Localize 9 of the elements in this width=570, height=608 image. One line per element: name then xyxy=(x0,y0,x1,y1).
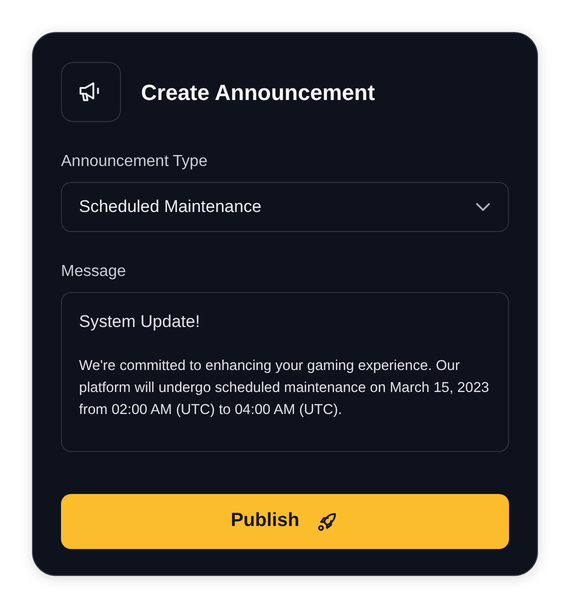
chevron-down-icon xyxy=(475,202,491,212)
message-field[interactable]: System Update! We're committed to enhancing your gaming experience. Our platform will undergo scheduled maintenance on March 15, 2023 from 02:00 AM (UTC) to 04:00 AM (UTC). xyxy=(61,292,509,452)
message-body: We're committed to enhancing your gaming experience. Our platform will undergo scheduled maintenance on March 15, 2023 from 02:00 AM (UTC) to 04:00 AM (UTC). xyxy=(79,356,490,420)
type-select[interactable]: Scheduled Maintenance xyxy=(61,182,509,232)
dialog-title: Create Announcement xyxy=(141,78,375,106)
field-label: Announcement Type xyxy=(61,152,208,172)
publish-button[interactable]: Publish xyxy=(61,494,509,549)
message-heading: System Update! xyxy=(79,311,200,333)
field-label: Message xyxy=(61,262,126,282)
